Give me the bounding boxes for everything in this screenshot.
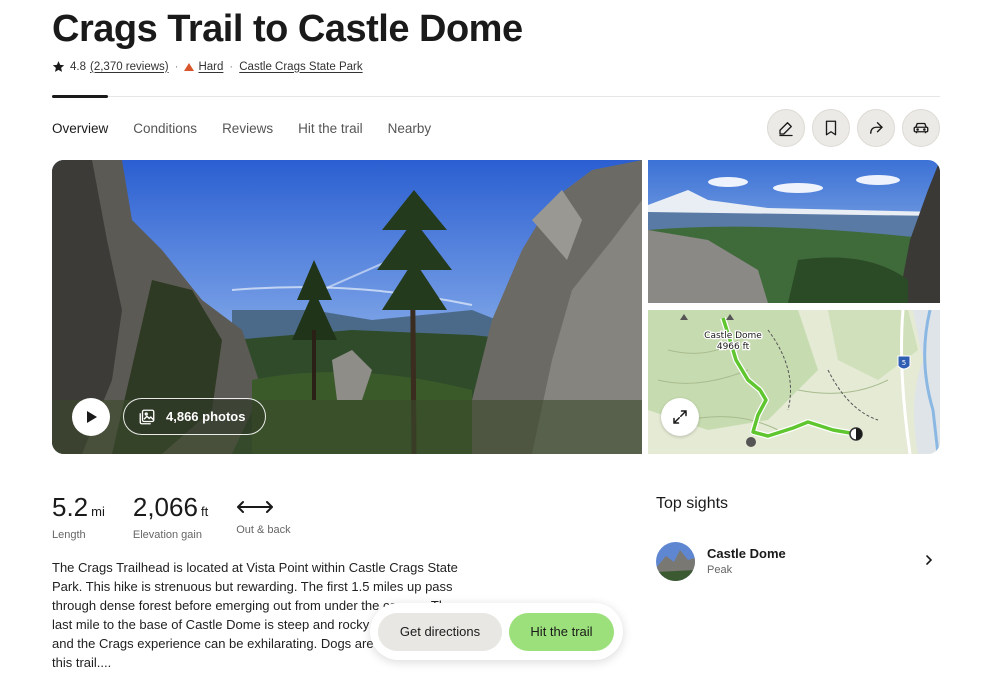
tab-hit-the-trail[interactable]: Hit the trail: [298, 121, 363, 136]
out-and-back-icon: [237, 501, 274, 513]
elevation-label: Elevation gain: [132, 529, 202, 541]
play-icon: [87, 411, 97, 423]
bookmark-icon: [825, 120, 837, 136]
star-icon: [52, 61, 65, 72]
image-gallery-icon: [139, 409, 155, 424]
page-title: Crags Trail to Castle Dome: [52, 8, 523, 50]
length-label: Length: [52, 529, 86, 541]
sight-avatar: [656, 541, 695, 581]
length-stat: 5.2 mi Length: [52, 492, 105, 541]
tab-overview[interactable]: Overview: [52, 121, 108, 136]
length-unit: mi: [91, 504, 105, 519]
separator-dot: ·: [174, 60, 179, 73]
map-peak-elevation: 4966 ft: [717, 342, 750, 352]
edit-button[interactable]: [767, 109, 805, 147]
reviews-link[interactable]: (2,370 reviews): [90, 61, 169, 73]
photos-count: 4,866 photos: [166, 409, 246, 424]
pencil-icon: [779, 122, 793, 137]
view-photos-button[interactable]: 4,866 photos: [123, 398, 267, 435]
active-tab-indicator: [52, 95, 108, 98]
tab-conditions[interactable]: Conditions: [133, 121, 197, 136]
save-button[interactable]: [812, 109, 850, 147]
get-directions-button[interactable]: Get directions: [378, 612, 502, 651]
top-sights-title: Top sights: [656, 495, 729, 512]
length-value: 5.2: [52, 492, 89, 522]
secondary-photo[interactable]: [648, 160, 940, 303]
map-peak-name: Castle Dome: [704, 331, 762, 341]
car-icon: [913, 122, 929, 134]
top-sight-item[interactable]: Castle Dome Peak: [656, 541, 940, 581]
trail-cta-bar: Get directions Hit the trail: [370, 603, 623, 660]
trail-actions: [767, 109, 940, 147]
chevron-right-icon: [926, 555, 933, 565]
route-type-label: Out & back: [236, 524, 291, 536]
park-link[interactable]: Castle Crags State Park: [239, 61, 362, 73]
elevation-value: 2,066: [132, 492, 198, 522]
drive-button[interactable]: [902, 109, 940, 147]
expand-icon: [673, 410, 687, 424]
share-button[interactable]: [857, 109, 895, 147]
map-image: 5 Castle Dome 4966 ft: [648, 310, 940, 454]
mountain-view-image: [648, 160, 940, 303]
tab-nearby[interactable]: Nearby: [388, 121, 432, 136]
mountain-icon: [184, 62, 195, 71]
tab-reviews[interactable]: Reviews: [222, 121, 273, 136]
elevation-unit: ft: [200, 504, 209, 519]
sight-name: Castle Dome: [707, 546, 786, 561]
section-tabs: Overview Conditions Reviews Hit the trai…: [52, 121, 456, 136]
hit-the-trail-button[interactable]: Hit the trail: [509, 612, 614, 651]
difficulty-badge[interactable]: Hard: [198, 61, 223, 73]
trail-map[interactable]: 5 Castle Dome 4966 ft: [648, 310, 940, 454]
sight-type: Peak: [707, 564, 733, 576]
expand-map-button[interactable]: [661, 398, 699, 436]
trail-stats: 5.2 mi Length 2,066 ft Elevation gain Out …: [52, 492, 319, 541]
header-divider: [52, 96, 940, 97]
trail-meta: 4.8 (2,370 reviews) · Hard · Castle Crag…: [52, 60, 363, 73]
share-icon: [870, 122, 883, 134]
play-video-button[interactable]: [72, 398, 110, 436]
separator-dot: ·: [229, 60, 234, 73]
route-type-stat: Out & back: [236, 492, 291, 541]
rating-value: 4.8: [70, 60, 86, 73]
highway-shield-label: 5: [902, 359, 906, 367]
elevation-stat: 2,066 ft Elevation gain: [133, 492, 208, 541]
